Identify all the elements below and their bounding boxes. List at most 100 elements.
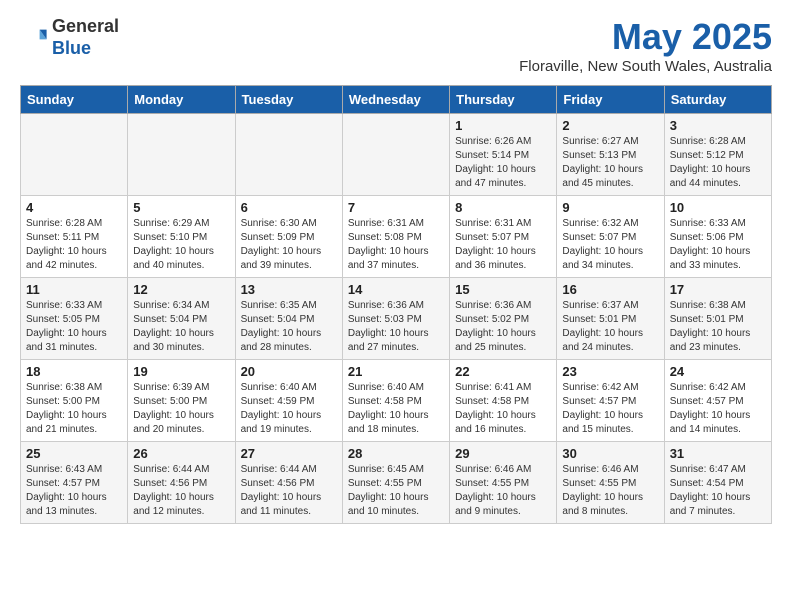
day-cell: 15Sunrise: 6:36 AM Sunset: 5:02 PM Dayli… bbox=[450, 278, 557, 360]
day-header-tuesday: Tuesday bbox=[235, 86, 342, 114]
day-info: Sunrise: 6:47 AM Sunset: 4:54 PM Dayligh… bbox=[670, 463, 766, 519]
day-info: Sunrise: 6:37 AM Sunset: 5:01 PM Dayligh… bbox=[562, 299, 658, 355]
day-cell: 24 Sunrise: 6:42 AM Sunset: 4:57 PM Dayli… bbox=[664, 360, 771, 442]
day-cell: 11 Sunrise: 6:33 AM Sunset: 5:05 PM Dayli… bbox=[21, 278, 128, 360]
day-info: Sunrise: 6:46 AM Sunset: 4:55 PM Dayligh… bbox=[455, 463, 551, 519]
day-number: 28 bbox=[348, 446, 444, 461]
day-cell: 16Sunrise: 6:37 AM Sunset: 5:01 PM Dayli… bbox=[557, 278, 664, 360]
day-cell: 27 Sunrise: 6:44 AM Sunset: 4:56 PM Dayli… bbox=[235, 442, 342, 524]
day-number: 11 bbox=[26, 282, 122, 297]
day-cell: 13 Sunrise: 6:35 AM Sunset: 5:04 PM Dayli… bbox=[235, 278, 342, 360]
day-cell: 30 Sunrise: 6:46 AM Sunset: 4:55 PM Dayli… bbox=[557, 442, 664, 524]
day-number: 14 bbox=[348, 282, 444, 297]
location: Floraville, New South Wales, Australia bbox=[519, 58, 772, 75]
day-header-sunday: Sunday bbox=[21, 86, 128, 114]
day-number: 31 bbox=[670, 446, 766, 461]
day-info: Sunrise: 6:31 AM Sunset: 5:07 PM Dayligh… bbox=[455, 217, 551, 273]
day-info: Sunrise: 6:40 AM Sunset: 4:58 PM Dayligh… bbox=[348, 381, 444, 437]
day-number: 4 bbox=[26, 200, 122, 215]
day-number: 13 bbox=[241, 282, 337, 297]
day-info: Sunrise: 6:38 AM Sunset: 5:01 PM Dayligh… bbox=[670, 299, 766, 355]
day-number: 21 bbox=[348, 364, 444, 379]
day-info: Sunrise: 6:29 AM Sunset: 5:10 PM Dayligh… bbox=[133, 217, 229, 273]
day-cell: 31 Sunrise: 6:47 AM Sunset: 4:54 PM Dayli… bbox=[664, 442, 771, 524]
day-cell: 28 Sunrise: 6:45 AM Sunset: 4:55 PM Dayli… bbox=[342, 442, 449, 524]
day-number: 15 bbox=[455, 282, 551, 297]
day-info: Sunrise: 6:45 AM Sunset: 4:55 PM Dayligh… bbox=[348, 463, 444, 519]
day-info: Sunrise: 6:33 AM Sunset: 5:06 PM Dayligh… bbox=[670, 217, 766, 273]
day-info: Sunrise: 6:34 AM Sunset: 5:04 PM Dayligh… bbox=[133, 299, 229, 355]
day-number: 30 bbox=[562, 446, 658, 461]
week-row-2: 11 Sunrise: 6:33 AM Sunset: 5:05 PM Dayli… bbox=[21, 278, 772, 360]
day-cell: 3Sunrise: 6:28 AM Sunset: 5:12 PM Daylig… bbox=[664, 114, 771, 196]
day-cell: 14 Sunrise: 6:36 AM Sunset: 5:03 PM Dayli… bbox=[342, 278, 449, 360]
day-number: 12 bbox=[133, 282, 229, 297]
week-row-3: 18Sunrise: 6:38 AM Sunset: 5:00 PM Dayli… bbox=[21, 360, 772, 442]
day-cell: 1Sunrise: 6:26 AM Sunset: 5:14 PM Daylig… bbox=[450, 114, 557, 196]
day-number: 18 bbox=[26, 364, 122, 379]
logo-blue-text: Blue bbox=[52, 38, 91, 58]
logo: General Blue bbox=[20, 16, 119, 59]
calendar-header: SundayMondayTuesdayWednesdayThursdayFrid… bbox=[21, 86, 772, 114]
day-cell bbox=[342, 114, 449, 196]
day-number: 3 bbox=[670, 118, 766, 133]
day-info: Sunrise: 6:30 AM Sunset: 5:09 PM Dayligh… bbox=[241, 217, 337, 273]
day-cell: 10 Sunrise: 6:33 AM Sunset: 5:06 PM Dayli… bbox=[664, 196, 771, 278]
days-of-week-row: SundayMondayTuesdayWednesdayThursdayFrid… bbox=[21, 86, 772, 114]
calendar-body: 1Sunrise: 6:26 AM Sunset: 5:14 PM Daylig… bbox=[21, 114, 772, 524]
logo-text: General Blue bbox=[52, 16, 119, 59]
day-info: Sunrise: 6:27 AM Sunset: 5:13 PM Dayligh… bbox=[562, 135, 658, 191]
day-info: Sunrise: 6:42 AM Sunset: 4:57 PM Dayligh… bbox=[670, 381, 766, 437]
header: General Blue May 2025 Floraville, New So… bbox=[20, 16, 772, 75]
day-number: 2 bbox=[562, 118, 658, 133]
day-number: 26 bbox=[133, 446, 229, 461]
day-cell: 5 Sunrise: 6:29 AM Sunset: 5:10 PM Daylig… bbox=[128, 196, 235, 278]
day-header-friday: Friday bbox=[557, 86, 664, 114]
title-area: May 2025 Floraville, New South Wales, Au… bbox=[519, 16, 772, 75]
day-number: 27 bbox=[241, 446, 337, 461]
day-number: 5 bbox=[133, 200, 229, 215]
month-title: May 2025 bbox=[519, 16, 772, 58]
day-info: Sunrise: 6:28 AM Sunset: 5:11 PM Dayligh… bbox=[26, 217, 122, 273]
day-cell: 19 Sunrise: 6:39 AM Sunset: 5:00 PM Dayli… bbox=[128, 360, 235, 442]
logo-general-text: General bbox=[52, 16, 119, 36]
day-info: Sunrise: 6:32 AM Sunset: 5:07 PM Dayligh… bbox=[562, 217, 658, 273]
day-info: Sunrise: 6:35 AM Sunset: 5:04 PM Dayligh… bbox=[241, 299, 337, 355]
day-info: Sunrise: 6:36 AM Sunset: 5:03 PM Dayligh… bbox=[348, 299, 444, 355]
calendar-table: SundayMondayTuesdayWednesdayThursdayFrid… bbox=[20, 85, 772, 524]
day-info: Sunrise: 6:40 AM Sunset: 4:59 PM Dayligh… bbox=[241, 381, 337, 437]
day-info: Sunrise: 6:39 AM Sunset: 5:00 PM Dayligh… bbox=[133, 381, 229, 437]
day-cell: 4 Sunrise: 6:28 AM Sunset: 5:11 PM Daylig… bbox=[21, 196, 128, 278]
day-cell: 2 Sunrise: 6:27 AM Sunset: 5:13 PM Daylig… bbox=[557, 114, 664, 196]
day-cell: 17 Sunrise: 6:38 AM Sunset: 5:01 PM Dayli… bbox=[664, 278, 771, 360]
day-number: 22 bbox=[455, 364, 551, 379]
day-info: Sunrise: 6:44 AM Sunset: 4:56 PM Dayligh… bbox=[133, 463, 229, 519]
day-cell: 21 Sunrise: 6:40 AM Sunset: 4:58 PM Dayli… bbox=[342, 360, 449, 442]
day-number: 10 bbox=[670, 200, 766, 215]
day-cell: 29 Sunrise: 6:46 AM Sunset: 4:55 PM Dayli… bbox=[450, 442, 557, 524]
day-header-monday: Monday bbox=[128, 86, 235, 114]
day-number: 23 bbox=[562, 364, 658, 379]
day-header-saturday: Saturday bbox=[664, 86, 771, 114]
day-cell: 6 Sunrise: 6:30 AM Sunset: 5:09 PM Daylig… bbox=[235, 196, 342, 278]
day-number: 6 bbox=[241, 200, 337, 215]
day-cell: 8Sunrise: 6:31 AM Sunset: 5:07 PM Daylig… bbox=[450, 196, 557, 278]
week-row-1: 4 Sunrise: 6:28 AM Sunset: 5:11 PM Daylig… bbox=[21, 196, 772, 278]
day-info: Sunrise: 6:41 AM Sunset: 4:58 PM Dayligh… bbox=[455, 381, 551, 437]
day-number: 29 bbox=[455, 446, 551, 461]
day-header-thursday: Thursday bbox=[450, 86, 557, 114]
day-number: 7 bbox=[348, 200, 444, 215]
day-number: 17 bbox=[670, 282, 766, 297]
day-info: Sunrise: 6:44 AM Sunset: 4:56 PM Dayligh… bbox=[241, 463, 337, 519]
day-cell: 9Sunrise: 6:32 AM Sunset: 5:07 PM Daylig… bbox=[557, 196, 664, 278]
day-number: 19 bbox=[133, 364, 229, 379]
day-info: Sunrise: 6:46 AM Sunset: 4:55 PM Dayligh… bbox=[562, 463, 658, 519]
day-number: 20 bbox=[241, 364, 337, 379]
day-info: Sunrise: 6:42 AM Sunset: 4:57 PM Dayligh… bbox=[562, 381, 658, 437]
day-cell: 22 Sunrise: 6:41 AM Sunset: 4:58 PM Dayli… bbox=[450, 360, 557, 442]
day-cell: 25Sunrise: 6:43 AM Sunset: 4:57 PM Dayli… bbox=[21, 442, 128, 524]
day-cell: 12 Sunrise: 6:34 AM Sunset: 5:04 PM Dayli… bbox=[128, 278, 235, 360]
day-cell bbox=[235, 114, 342, 196]
day-info: Sunrise: 6:33 AM Sunset: 5:05 PM Dayligh… bbox=[26, 299, 122, 355]
day-number: 24 bbox=[670, 364, 766, 379]
